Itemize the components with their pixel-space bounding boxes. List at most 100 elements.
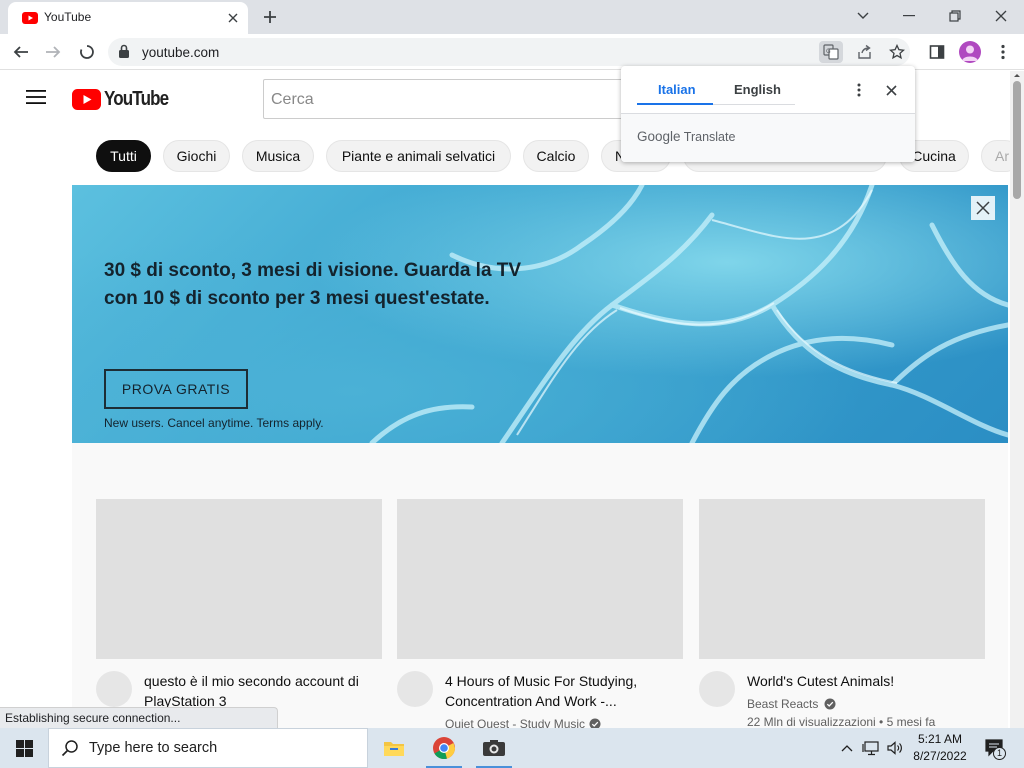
taskbar-file-explorer[interactable] (370, 728, 418, 768)
minimize-icon (903, 15, 915, 17)
google-translate-brand: Google Translate (637, 129, 735, 144)
chrome-menu-button[interactable] (990, 39, 1016, 65)
youtube-logo[interactable]: YouTube (72, 88, 180, 111)
speaker-icon (887, 741, 902, 755)
browser-toolbar: youtube.com G (0, 34, 1024, 70)
video-title[interactable]: questo è il mio secondo account di PlayS… (144, 671, 364, 711)
restore-icon (949, 10, 961, 22)
arrow-right-icon (46, 46, 61, 58)
more-vertical-icon (1001, 44, 1005, 60)
translate-icon: G (823, 44, 839, 60)
translate-close-button[interactable] (881, 80, 901, 100)
translate-options-button[interactable] (849, 80, 869, 100)
taskbar-search-box[interactable]: Type here to search (48, 728, 368, 768)
active-tab-indicator (637, 103, 713, 105)
tab-youtube[interactable]: YouTube (8, 2, 248, 34)
close-icon (995, 10, 1007, 22)
person-icon (962, 45, 978, 61)
profile-avatar[interactable] (959, 41, 981, 63)
channel-name-text[interactable]: Quiet Quest - Study Music (445, 717, 585, 728)
channel-name-text[interactable]: Beast Reacts (747, 697, 818, 711)
camera-icon (483, 740, 505, 756)
plus-icon (264, 11, 276, 23)
chevron-up-icon (841, 745, 853, 752)
video-thumbnail[interactable] (397, 499, 683, 659)
windows-taskbar: Type here to search 5:21 AM 8/27/2022 1 (0, 728, 1024, 768)
star-icon (889, 44, 905, 60)
page-scrollbar[interactable] (1010, 71, 1024, 728)
side-panel-button[interactable] (924, 39, 950, 65)
video-card[interactable]: World's Cutest Animals! Beast Reacts 22 … (699, 499, 985, 728)
share-button[interactable] (853, 41, 877, 63)
video-feed: questo è il mio secondo account di PlayS… (72, 443, 1008, 728)
taskbar-clock[interactable]: 5:21 AM 8/27/2022 (906, 731, 974, 765)
video-card[interactable]: 4 Hours of Music For Studying, Concentra… (397, 499, 683, 728)
translate-footer: Google Translate (621, 114, 915, 162)
volume-button[interactable] (884, 738, 906, 758)
chip-giochi[interactable]: Giochi (163, 140, 230, 172)
taskbar-camera-app[interactable] (470, 728, 518, 768)
chip-calcio[interactable]: Calcio (523, 140, 589, 172)
tab-search-button[interactable] (840, 0, 886, 32)
channel-avatar[interactable] (96, 671, 132, 707)
network-button[interactable] (860, 738, 882, 758)
banner-headline-line1: 30 $ di sconto, 3 mesi di visione. Guard… (104, 260, 522, 281)
taskbar-chrome[interactable] (420, 728, 468, 768)
chevron-down-icon (857, 12, 869, 19)
video-thumbnail[interactable] (699, 499, 985, 659)
minimize-button[interactable] (886, 0, 932, 32)
close-icon (976, 201, 990, 215)
close-window-button[interactable] (978, 0, 1024, 32)
tab-target-language[interactable]: English (734, 82, 781, 97)
url-text[interactable]: youtube.com (142, 45, 219, 60)
start-button[interactable] (0, 728, 48, 768)
channel-name[interactable]: Quiet Quest - Study Music (445, 717, 601, 728)
loading-spinner-icon (80, 45, 94, 59)
video-card[interactable]: questo è il mio secondo account di PlayS… (96, 499, 382, 709)
tab-title: YouTube (44, 10, 92, 24)
video-meta: 22 Mln di visualizzazioni • 5 mesi fa (747, 715, 936, 728)
banner-close-button[interactable] (971, 196, 995, 220)
chip-overflow[interactable]: Ar (981, 140, 1010, 172)
youtube-favicon-icon (22, 12, 38, 24)
youtube-play-icon (72, 89, 101, 110)
try-free-button[interactable]: PROVA GRATIS (104, 369, 248, 409)
chip-tutti[interactable]: Tutti (96, 140, 151, 172)
stop-loading-button[interactable] (74, 39, 100, 65)
lock-icon[interactable] (118, 44, 130, 58)
menu-icon[interactable] (26, 89, 46, 105)
promo-banner: 30 $ di sconto, 3 mesi di visione. Guard… (72, 185, 1008, 443)
chip-musica[interactable]: Musica (242, 140, 314, 172)
translate-page-button[interactable]: G (819, 41, 843, 63)
clock-time: 5:21 AM (917, 732, 963, 746)
channel-avatar[interactable] (397, 671, 433, 707)
scroll-up-icon[interactable] (1010, 71, 1024, 79)
browser-tabstrip: YouTube (0, 0, 1024, 34)
address-bar[interactable]: youtube.com G (108, 38, 910, 66)
show-hidden-icons-button[interactable] (836, 738, 858, 758)
screen: YouTube youtube.com G YouTube Cerca Tutt… (0, 0, 1024, 768)
youtube-page: YouTube Cerca Tutti Giochi Musica Piante… (0, 71, 1010, 728)
status-bar: Establishing secure connection... (0, 707, 278, 728)
new-tab-button[interactable] (258, 6, 282, 28)
search-placeholder: Cerca (271, 91, 314, 108)
video-thumbnail[interactable] (96, 499, 382, 659)
back-button[interactable] (8, 39, 34, 65)
channel-name[interactable]: Beast Reacts (747, 697, 836, 711)
scrollbar-thumb[interactable] (1013, 81, 1021, 199)
restore-button[interactable] (932, 0, 978, 32)
bookmark-button[interactable] (885, 41, 909, 63)
channel-avatar[interactable] (699, 671, 735, 707)
more-vertical-icon (857, 83, 861, 97)
video-title[interactable]: World's Cutest Animals! (747, 671, 967, 691)
action-center-button[interactable]: 1 (982, 738, 1008, 760)
verified-icon (589, 718, 601, 728)
video-title[interactable]: 4 Hours of Music For Studying, Concentra… (445, 671, 665, 711)
tab-close-icon[interactable] (224, 9, 242, 27)
chip-piante-animali[interactable]: Piante e animali selvatici (326, 140, 511, 172)
brand-google: Google (637, 129, 681, 144)
banner-headline: 30 $ di sconto, 3 mesi di visione. Guard… (104, 257, 574, 313)
search-input[interactable]: Cerca (263, 79, 633, 119)
forward-button[interactable] (40, 39, 66, 65)
tab-source-language[interactable]: Italian (658, 82, 696, 97)
